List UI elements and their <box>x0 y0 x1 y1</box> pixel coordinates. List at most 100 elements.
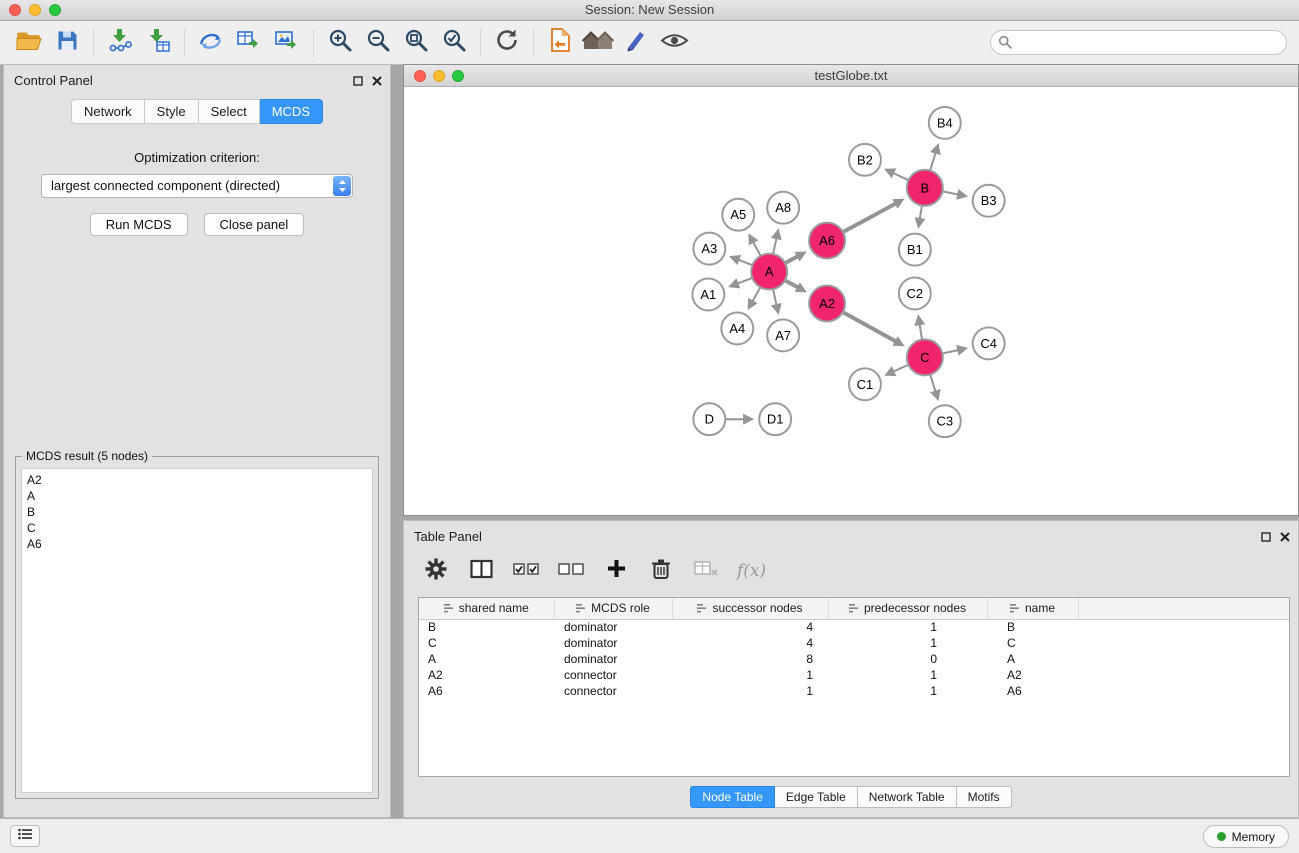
graph-edge-A-A1[interactable] <box>732 278 753 286</box>
delete-column-button[interactable] <box>647 557 675 585</box>
network-maximize-button[interactable] <box>452 70 464 82</box>
network-close-button[interactable] <box>414 70 426 82</box>
apply-layout-button[interactable] <box>488 25 526 61</box>
graph-edge-A-A4[interactable] <box>749 287 760 306</box>
save-session-button[interactable] <box>48 25 86 61</box>
tab-node-table[interactable]: Node Table <box>690 786 775 808</box>
graph-edge-B-B2[interactable] <box>888 170 909 180</box>
graph-edge-A-A8[interactable] <box>773 232 778 254</box>
column-header-successor-nodes[interactable]: successor nodes <box>672 598 828 619</box>
graph-edge-B-B3[interactable] <box>942 191 964 195</box>
export-image-button[interactable] <box>268 25 306 61</box>
column-header-name[interactable]: name <box>987 598 1078 619</box>
float-panel-icon[interactable] <box>353 73 363 91</box>
network-minimize-button[interactable] <box>433 70 445 82</box>
export-network-button[interactable] <box>192 25 230 61</box>
home-button[interactable] <box>579 25 617 61</box>
import-network-button[interactable] <box>101 25 139 61</box>
graph-edge-C-C1[interactable] <box>888 365 909 374</box>
search-input[interactable] <box>990 30 1287 55</box>
network-window-titlebar[interactable]: testGlobe.txt <box>404 65 1298 87</box>
graph-edge-C-C2[interactable] <box>919 318 922 339</box>
export-table-button[interactable] <box>230 25 268 61</box>
table-row[interactable]: A2connector11A2 <box>419 667 1289 683</box>
unselect-all-columns-button[interactable] <box>557 557 585 585</box>
tab-select[interactable]: Select <box>199 99 260 124</box>
tab-motifs[interactable]: Motifs <box>957 786 1012 808</box>
table-row[interactable]: Adominator80A <box>419 651 1289 667</box>
tab-mcds[interactable]: MCDS <box>260 99 323 124</box>
graph-node-B2[interactable]: B2 <box>849 144 881 176</box>
graph-edge-A-A7[interactable] <box>773 289 778 311</box>
close-window-button[interactable] <box>9 4 21 16</box>
tab-network[interactable]: Network <box>71 99 145 124</box>
graph-node-C4[interactable]: C4 <box>973 327 1005 359</box>
memory-button[interactable]: Memory <box>1203 825 1289 848</box>
tab-edge-table[interactable]: Edge Table <box>775 786 858 808</box>
graph-node-A8[interactable]: A8 <box>767 192 799 224</box>
network-canvas[interactable]: B4B2BB3A5A8A6A3B1AC2A1A2A4A7C4CC1C3DD1 <box>405 88 1297 514</box>
task-history-button[interactable] <box>10 825 40 847</box>
run-mcds-button[interactable]: Run MCDS <box>90 213 188 236</box>
open-session-button[interactable] <box>10 25 48 61</box>
graph-edge-B-B4[interactable] <box>930 147 937 171</box>
float-panel-icon[interactable] <box>1261 529 1271 547</box>
graph-node-C[interactable]: C <box>907 339 943 375</box>
document-export-button[interactable] <box>541 25 579 61</box>
show-columns-button[interactable] <box>467 557 495 585</box>
graph-edge-A2-C[interactable] <box>843 312 901 344</box>
graph-node-A1[interactable]: A1 <box>692 279 724 311</box>
graph-edge-A-A3[interactable] <box>733 258 753 266</box>
graph-node-A7[interactable]: A7 <box>767 319 799 351</box>
column-header-predecessor-nodes[interactable]: predecessor nodes <box>828 598 987 619</box>
graph-node-A6[interactable]: A6 <box>809 223 845 259</box>
graph-edge-A-A2[interactable] <box>785 280 804 290</box>
graph-edge-A-A5[interactable] <box>750 237 760 256</box>
graph-edge-C-C3[interactable] <box>930 375 937 398</box>
list-item[interactable]: A6 <box>27 536 367 552</box>
graph-node-A3[interactable]: A3 <box>693 233 725 265</box>
import-table-button[interactable] <box>139 25 177 61</box>
create-column-button[interactable] <box>602 557 630 585</box>
zoom-in-button[interactable] <box>321 25 359 61</box>
minimize-window-button[interactable] <box>29 4 41 16</box>
graph-node-B3[interactable]: B3 <box>973 185 1005 217</box>
list-item[interactable]: A2 <box>27 472 367 488</box>
table-row[interactable]: Cdominator41C <box>419 635 1289 651</box>
graph-node-C3[interactable]: C3 <box>929 405 961 437</box>
close-panel-icon[interactable] <box>372 73 382 91</box>
graphics-details-button[interactable] <box>655 25 693 61</box>
graph-node-A2[interactable]: A2 <box>809 286 845 322</box>
list-item[interactable]: A <box>27 488 367 504</box>
zoom-out-button[interactable] <box>359 25 397 61</box>
graph-edge-C-C4[interactable] <box>942 349 964 354</box>
function-builder-button[interactable]: f(x) <box>737 557 766 585</box>
mcds-result-list[interactable]: A2ABCA6 <box>21 468 373 793</box>
close-panel-button[interactable]: Close panel <box>204 213 305 236</box>
graph-node-D1[interactable]: D1 <box>759 403 791 435</box>
delete-table-button[interactable] <box>692 557 720 585</box>
column-header-shared-name[interactable]: shared name <box>419 598 554 619</box>
table-row[interactable]: A6connector11A6 <box>419 683 1289 699</box>
column-header-mcds-role[interactable]: MCDS role <box>554 598 672 619</box>
table-settings-button[interactable] <box>422 557 450 585</box>
style-brush-button[interactable] <box>617 25 655 61</box>
graph-node-C2[interactable]: C2 <box>899 278 931 310</box>
list-item[interactable]: B <box>27 504 367 520</box>
maximize-window-button[interactable] <box>49 4 61 16</box>
graph-node-A[interactable]: A <box>751 254 787 290</box>
graph-node-B4[interactable]: B4 <box>929 107 961 139</box>
close-panel-icon[interactable] <box>1280 529 1290 547</box>
graph-node-A4[interactable]: A4 <box>721 312 753 344</box>
tab-style[interactable]: Style <box>145 99 199 124</box>
optimization-criterion-dropdown[interactable]: largest connected component (directed) <box>41 174 353 198</box>
zoom-fit-button[interactable] <box>397 25 435 61</box>
select-all-columns-button[interactable] <box>512 557 540 585</box>
list-item[interactable]: C <box>27 520 367 536</box>
graph-node-A5[interactable]: A5 <box>722 199 754 231</box>
graph-edge-A-A6[interactable] <box>785 253 803 263</box>
table-row[interactable]: Bdominator41B <box>419 619 1289 635</box>
tab-network-table[interactable]: Network Table <box>858 786 957 808</box>
graph-node-B[interactable]: B <box>907 170 943 206</box>
graph-node-D[interactable]: D <box>693 403 725 435</box>
